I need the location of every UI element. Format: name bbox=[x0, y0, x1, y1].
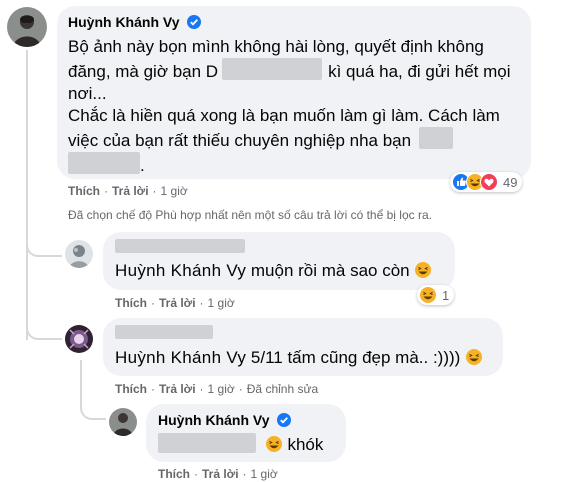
redacted-name bbox=[115, 239, 245, 253]
comment-line: Chắc là hiền quá xong là bạn muốn làm gì… bbox=[68, 106, 500, 125]
reply-button[interactable]: Trả lời bbox=[159, 382, 196, 396]
separator: · bbox=[199, 296, 204, 310]
comment-text-part: kì quá ha, đi gửi hết mọi bbox=[328, 62, 511, 81]
redacted-name bbox=[222, 58, 323, 80]
reply-text: Huỳnh Khánh Vy muộn rồi mà sao còn bbox=[115, 260, 432, 282]
reaction-summary[interactable]: 49 bbox=[450, 172, 523, 192]
like-button[interactable]: Thích bbox=[115, 296, 147, 310]
like-button[interactable]: Thích bbox=[68, 184, 100, 198]
mention-tag[interactable]: Huỳnh Khánh Vy bbox=[115, 261, 246, 280]
separator: · bbox=[194, 467, 198, 481]
separator: · bbox=[199, 382, 204, 396]
reply-bubble: Huỳnh Khánh Vy muộn rồi mà sao còn bbox=[103, 232, 455, 290]
reply-actions: Thích · Trả lời · 1 giờ bbox=[158, 467, 278, 481]
separator: · bbox=[238, 382, 243, 396]
comment-line: Bộ ảnh này bọn mình không hài lòng, quyế… bbox=[68, 37, 484, 56]
main-comment-actions: Thích · Trả lời · 1 giờ bbox=[68, 184, 188, 198]
edited-label: Đã chỉnh sửa bbox=[246, 382, 319, 396]
separator: · bbox=[151, 296, 155, 310]
comment-time[interactable]: 1 giờ bbox=[208, 382, 235, 396]
reply-text-content: 5/11 tấm cũng đẹp mà.. :)))) bbox=[250, 348, 461, 367]
reply-text: khók bbox=[158, 433, 323, 456]
love-icon bbox=[480, 173, 498, 191]
mention-tag[interactable]: Huỳnh Khánh Vy bbox=[115, 348, 246, 367]
reply-author-avatar[interactable] bbox=[65, 240, 93, 268]
reaction-count: 1 bbox=[442, 287, 450, 303]
like-button[interactable]: Thích bbox=[158, 467, 190, 481]
author-avatar[interactable] bbox=[7, 7, 47, 47]
laughing-emoji-icon bbox=[265, 436, 282, 452]
main-comment-bubble: Huỳnh Khánh Vy Bộ ảnh này bọn mình không… bbox=[57, 6, 531, 179]
laughing-emoji-icon bbox=[415, 262, 432, 278]
comment-line: đăng, mà giờ bạn D kì quá ha, đi gửi hết … bbox=[68, 58, 528, 83]
comment-line: nơi... bbox=[68, 84, 107, 103]
reply-button[interactable]: Trả lời bbox=[202, 467, 239, 481]
reply-button[interactable]: Trả lời bbox=[112, 184, 149, 198]
reply-author-avatar[interactable] bbox=[109, 408, 137, 436]
redacted-name bbox=[68, 152, 140, 174]
like-button[interactable]: Thích bbox=[115, 382, 147, 396]
reply-text-content: khók bbox=[287, 435, 324, 454]
redacted-name bbox=[419, 127, 454, 149]
thread-connector bbox=[26, 318, 62, 340]
verified-badge-icon bbox=[276, 413, 291, 427]
filter-note: Đã chọn chế độ Phù hợp nhất nên một số c… bbox=[68, 208, 432, 222]
reply-bubble: Huỳnh Khánh Vy 5/11 tấm cũng đẹp mà.. :)… bbox=[103, 318, 503, 376]
reply-text-content: muộn rồi mà sao còn bbox=[250, 261, 410, 280]
comment-text: Bộ ảnh này bọn mình không hài lòng, quyế… bbox=[68, 36, 528, 177]
reply-text: Huỳnh Khánh Vy 5/11 tấm cũng đẹp mà.. :)… bbox=[115, 347, 483, 369]
redacted-name bbox=[115, 325, 213, 339]
reply-bubble: Huỳnh Khánh Vy khók bbox=[146, 404, 346, 462]
reply-actions: Thích · Trả lời · 1 giờ · Đã chỉnh sửa bbox=[115, 382, 318, 396]
separator: · bbox=[242, 467, 247, 481]
laughing-emoji-icon bbox=[466, 349, 483, 365]
reply-author-avatar[interactable] bbox=[65, 325, 93, 353]
author-name[interactable]: Huỳnh Khánh Vy bbox=[158, 412, 270, 428]
thread-line bbox=[80, 360, 82, 400]
haha-icon bbox=[419, 286, 437, 304]
redacted-name bbox=[158, 433, 256, 453]
comment-line: việc của bạn rất thiếu chuyên nghiệp nha… bbox=[68, 127, 528, 152]
author-name[interactable]: Huỳnh Khánh Vy bbox=[68, 14, 180, 30]
thread-connector bbox=[80, 398, 106, 420]
thread-line bbox=[26, 50, 28, 340]
separator: · bbox=[152, 184, 157, 198]
reaction-summary[interactable]: 1 bbox=[417, 285, 455, 305]
reply-actions: Thích · Trả lời · 1 giờ bbox=[115, 296, 235, 310]
comment-time[interactable]: 1 giờ bbox=[161, 184, 188, 198]
reply-button[interactable]: Trả lời bbox=[159, 296, 196, 310]
separator: · bbox=[104, 184, 108, 198]
thread-connector bbox=[26, 235, 62, 257]
separator: · bbox=[151, 382, 155, 396]
comment-time[interactable]: 1 giờ bbox=[208, 296, 235, 310]
comment-text-part: . bbox=[140, 156, 145, 175]
comment-text-part: đăng, mà giờ bạn D bbox=[68, 62, 219, 81]
reaction-count: 49 bbox=[503, 174, 518, 190]
comment-text-part: việc của bạn rất thiếu chuyên nghiệp nha… bbox=[68, 131, 412, 150]
comment-time[interactable]: 1 giờ bbox=[251, 467, 278, 481]
verified-badge-icon bbox=[186, 15, 201, 29]
